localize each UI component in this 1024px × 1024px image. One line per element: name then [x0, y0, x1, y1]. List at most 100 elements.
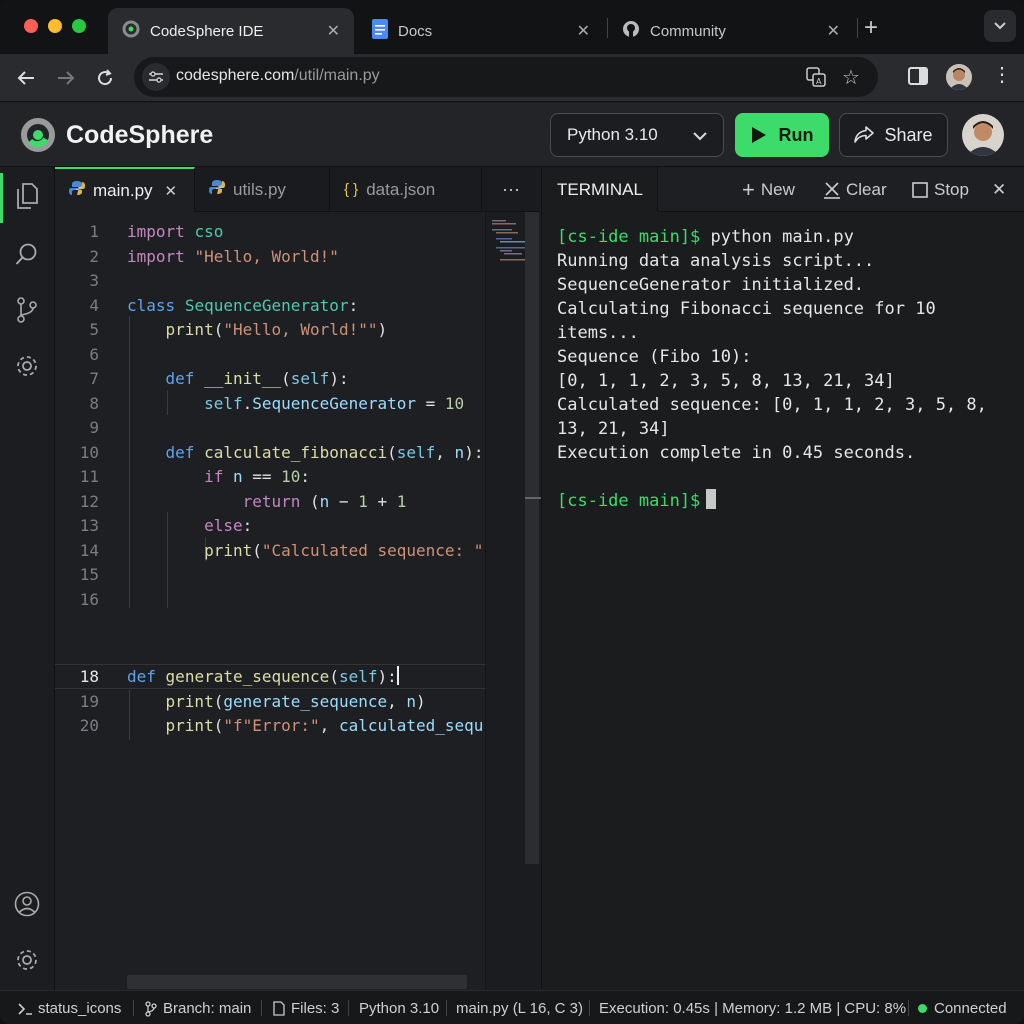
- close-window-button[interactable]: [24, 19, 38, 33]
- file-icon: [273, 1001, 285, 1016]
- side-panel-icon[interactable]: [908, 67, 928, 90]
- branch-status[interactable]: Branch: main: [145, 1000, 251, 1017]
- terminal-cursor: [706, 489, 717, 509]
- code-line: 8 self.SequenceGenerator = 10: [89, 393, 465, 413]
- connection-status[interactable]: Connected: [918, 1000, 1007, 1017]
- user-avatar[interactable]: [962, 114, 1004, 156]
- terminal-line: items...: [557, 323, 639, 343]
- code-line: 9: [89, 418, 99, 437]
- maximize-window-button[interactable]: [72, 19, 86, 33]
- stop-terminal-button[interactable]: Stop: [912, 167, 969, 212]
- browser-tab-codesphere[interactable]: CodeSphere IDE ✕: [108, 8, 354, 54]
- app-name: CodeSphere: [66, 121, 214, 149]
- code-line-current: 18 def generate_sequence(self):: [79, 666, 399, 686]
- plus-icon: +: [742, 176, 755, 202]
- vertical-scrollbar[interactable]: [525, 212, 539, 864]
- chevron-down-icon: [693, 132, 707, 141]
- browser-menu-icon[interactable]: ⋮: [992, 65, 1012, 85]
- status-divider: [261, 1000, 262, 1016]
- terminal-tab[interactable]: TERMINAL: [542, 167, 658, 212]
- code-line: 3: [89, 271, 99, 290]
- terminal-line: [cs-ide main]$ python main.py: [557, 227, 854, 247]
- status-divider: [446, 1000, 447, 1016]
- bookmark-star-icon[interactable]: ☆: [842, 65, 860, 90]
- settings-gear-icon[interactable]: [12, 351, 42, 381]
- explorer-icon[interactable]: [12, 181, 42, 211]
- forward-button[interactable]: [52, 64, 80, 92]
- source-control-icon[interactable]: [12, 295, 42, 325]
- language-select[interactable]: Python 3.10: [550, 113, 724, 157]
- code-line: 4 class SequenceGenerator:: [89, 295, 359, 315]
- document-icon: [372, 19, 388, 43]
- editor-tab-data-json[interactable]: { } data.json: [330, 167, 482, 212]
- editor-tab-utils-py[interactable]: utils.py: [195, 167, 330, 212]
- activity-bar: [0, 167, 55, 990]
- status-icons-item[interactable]: status_icons: [18, 1000, 121, 1017]
- files-status[interactable]: Files: 3: [273, 1000, 339, 1017]
- browser-tab-strip: CodeSphere IDE ✕ Docs ✕ Community ✕ +: [0, 0, 1024, 54]
- url-path: /util/main.py: [294, 67, 380, 84]
- editor-tab-label: utils.py: [233, 179, 286, 199]
- code-area[interactable]: 1 import cso 2 import "Hello, World!" 3 4c…: [55, 220, 485, 980]
- site-settings-icon[interactable]: [142, 63, 170, 91]
- close-tab-icon[interactable]: ✕: [827, 21, 840, 41]
- browser-tab-label: Community: [650, 22, 726, 40]
- code-line: 19 print(generate_sequence, n): [79, 691, 426, 711]
- code-line: 5 print("Hello, World!""): [89, 320, 388, 339]
- terminal-line: Calculating Fibonacci sequence for 10: [557, 299, 936, 319]
- close-tab-icon[interactable]: ✕: [165, 182, 178, 200]
- terminal-panel: TERMINAL + New Clear Stop ✕ [cs-ide main]…: [541, 167, 1024, 990]
- search-icon[interactable]: [12, 239, 42, 269]
- close-tab-icon[interactable]: ✕: [327, 21, 340, 41]
- status-divider: [348, 1000, 349, 1016]
- close-panel-icon[interactable]: ✕: [992, 167, 1006, 212]
- code-line: 15: [79, 565, 99, 584]
- browser-tab-label: CodeSphere IDE: [150, 22, 264, 40]
- minimize-window-button[interactable]: [48, 19, 62, 33]
- code-line: 20 print("f"Error:", calculated_sequ: [79, 716, 484, 735]
- chevron-down-icon: [994, 22, 1006, 30]
- manage-gear-icon[interactable]: [12, 945, 42, 975]
- new-terminal-button[interactable]: + New: [742, 167, 795, 212]
- browser-tab-docs[interactable]: Docs ✕: [358, 8, 604, 54]
- clear-terminal-button[interactable]: Clear: [824, 167, 887, 212]
- code-editor: main.py ✕ utils.py { } data.json ··· 1 i…: [55, 167, 541, 990]
- metrics-status: Execution: 0.45s | Memory: 1.2 MB | CPU:…: [599, 1000, 907, 1017]
- address-bar[interactable]: codesphere.com/util/main.py A ☆: [134, 57, 878, 97]
- language-status[interactable]: Python 3.10: [359, 1000, 439, 1017]
- close-tab-icon[interactable]: ✕: [577, 21, 590, 41]
- terminal-line: [0, 1, 1, 2, 3, 5, 8, 13, 21, 34]: [557, 371, 895, 391]
- terminal-line: SequenceGenerator initialized.: [557, 275, 865, 295]
- run-button-label: Run: [778, 124, 814, 145]
- branch-icon: [145, 1000, 157, 1017]
- tab-search-button[interactable]: [984, 10, 1016, 42]
- play-icon: [751, 127, 766, 143]
- share-button-label: Share: [884, 124, 933, 145]
- browser-profile-avatar[interactable]: [946, 64, 972, 90]
- arrow-right-icon: [58, 71, 75, 85]
- reload-button[interactable]: [91, 64, 119, 92]
- back-button[interactable]: [12, 64, 40, 92]
- more-tabs-button[interactable]: ···: [482, 167, 540, 212]
- status-divider: [589, 1000, 590, 1016]
- horizontal-scrollbar[interactable]: [127, 975, 467, 989]
- share-button[interactable]: Share: [839, 113, 948, 157]
- status-bar: status_icons Branch: main Files: 3 Pytho…: [0, 990, 1024, 1024]
- account-icon[interactable]: [12, 889, 42, 919]
- browser-tab-community[interactable]: Community ✕: [608, 8, 854, 54]
- tab-divider: [857, 18, 858, 38]
- cursor-position-status[interactable]: main.py (L 16, C 3): [456, 1000, 583, 1017]
- json-braces-icon: { }: [344, 181, 359, 198]
- terminal-prompt-icon: [18, 1002, 32, 1015]
- terminal-output[interactable]: [cs-ide main]$ python main.py Running da…: [557, 225, 1012, 513]
- editor-tab-main-py[interactable]: main.py ✕: [55, 167, 195, 212]
- scroll-position-marker: [525, 497, 541, 499]
- browser-toolbar: codesphere.com/util/main.py A ☆ ⋮: [0, 54, 1024, 102]
- code-line: 11 if n == 10:: [79, 467, 311, 486]
- run-button[interactable]: Run: [735, 113, 829, 157]
- editor-tab-bar: main.py ✕ utils.py { } data.json ···: [55, 167, 540, 212]
- translate-icon[interactable]: A: [806, 67, 826, 92]
- new-tab-button[interactable]: +: [864, 14, 878, 42]
